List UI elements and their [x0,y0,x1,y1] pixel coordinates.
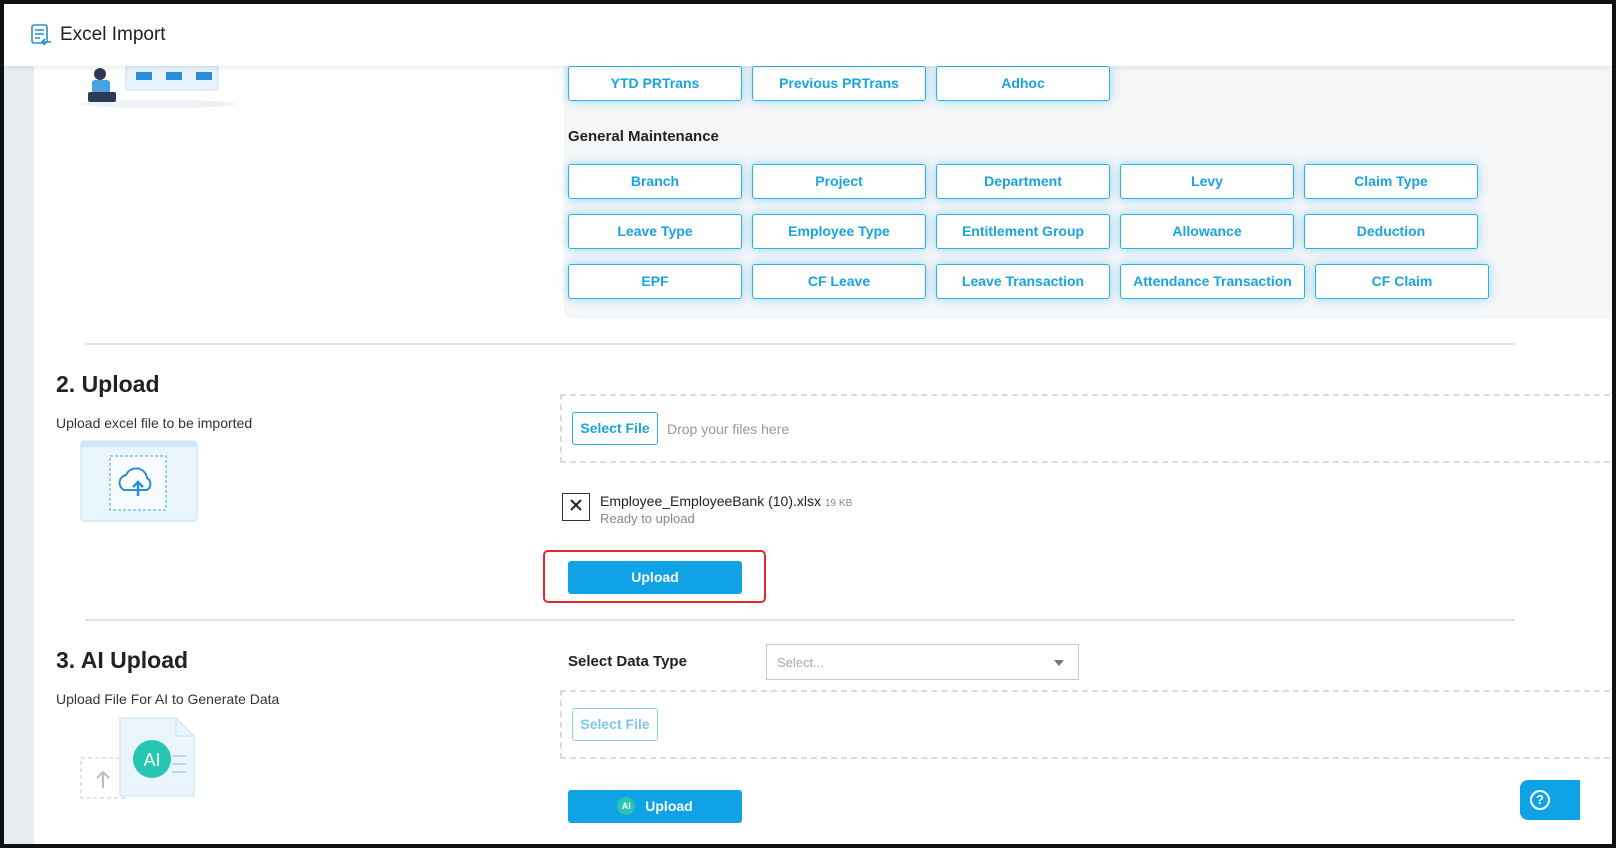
ai-icon: AI [617,797,636,816]
type-button-leave-transaction[interactable]: Leave Transaction [936,264,1110,299]
section-divider [85,619,1515,621]
ai-document-illustration: AI [80,716,200,802]
ai-upload-section-title: 3. AI Upload [56,647,189,673]
document-import-icon [28,22,54,48]
section-divider [85,343,1515,345]
type-button-project[interactable]: Project [752,164,926,199]
file-size: 19 KB [825,498,853,509]
drop-files-text: Drop your files here [667,421,790,437]
type-button-leave-type[interactable]: Leave Type [568,214,742,249]
data-type-select[interactable]: Select... [766,644,1079,680]
upload-button[interactable]: Upload [568,561,742,594]
type-button-adhoc[interactable]: Adhoc [936,66,1110,101]
data-type-placeholder: Select... [777,655,824,670]
type-button-department[interactable]: Department [936,164,1110,199]
cloud-upload-illustration [80,440,198,522]
general-maintenance-heading: General Maintenance [568,128,719,145]
page-title: Excel Import [60,24,166,45]
ai-upload-button[interactable]: AI Upload [568,790,742,823]
ai-upload-section-subtitle: Upload File For AI to Generate Data [56,691,280,707]
file-status: Ready to upload [600,511,695,526]
type-button-claim-type[interactable]: Claim Type [1304,164,1478,199]
type-button-branch[interactable]: Branch [568,164,742,199]
ai-select-file-button[interactable]: Select File [572,708,658,741]
main-content: YTD PRTrans Previous PRTrans Adhoc Gener… [34,65,1612,844]
app-window: Excel Import YTD PRTrans Previous PRTran… [0,0,1616,848]
type-button-previous-prtrans[interactable]: Previous PRTrans [752,66,926,101]
upload-section-title: 2. Upload [56,371,160,397]
select-file-button[interactable]: Select File [572,412,658,445]
type-button-cf-claim[interactable]: CF Claim [1315,264,1489,299]
ai-file-dropzone[interactable] [560,690,1612,759]
help-button[interactable]: ? [1520,780,1580,820]
type-button-allowance[interactable]: Allowance [1120,214,1294,249]
data-type-label: Select Data Type [568,653,687,670]
type-button-attendance-transaction[interactable]: Attendance Transaction [1120,264,1305,299]
import-illustration [78,65,238,110]
uploaded-file-name: Employee_EmployeeBank (10).xlsx 19 KB [600,493,852,509]
ai-illustration-label: AI [143,750,160,770]
type-button-cf-leave[interactable]: CF Leave [752,264,926,299]
type-button-employee-type[interactable]: Employee Type [752,214,926,249]
file-name-text: Employee_EmployeeBank (10).xlsx [600,493,821,509]
type-button-deduction[interactable]: Deduction [1304,214,1478,249]
help-icon: ? [1530,790,1550,810]
left-rail [4,66,34,844]
type-button-ytd-prtrans[interactable]: YTD PRTrans [568,66,742,101]
remove-file-button[interactable] [562,493,590,521]
type-button-epf[interactable]: EPF [568,264,742,299]
type-button-entitlement-group[interactable]: Entitlement Group [936,214,1110,249]
close-icon [569,498,583,517]
upload-section-subtitle: Upload excel file to be imported [56,415,253,431]
type-button-levy[interactable]: Levy [1120,164,1294,199]
ai-upload-button-label: Upload [645,798,693,814]
page-header: Excel Import [4,4,1612,66]
chevron-down-icon [1054,660,1064,666]
